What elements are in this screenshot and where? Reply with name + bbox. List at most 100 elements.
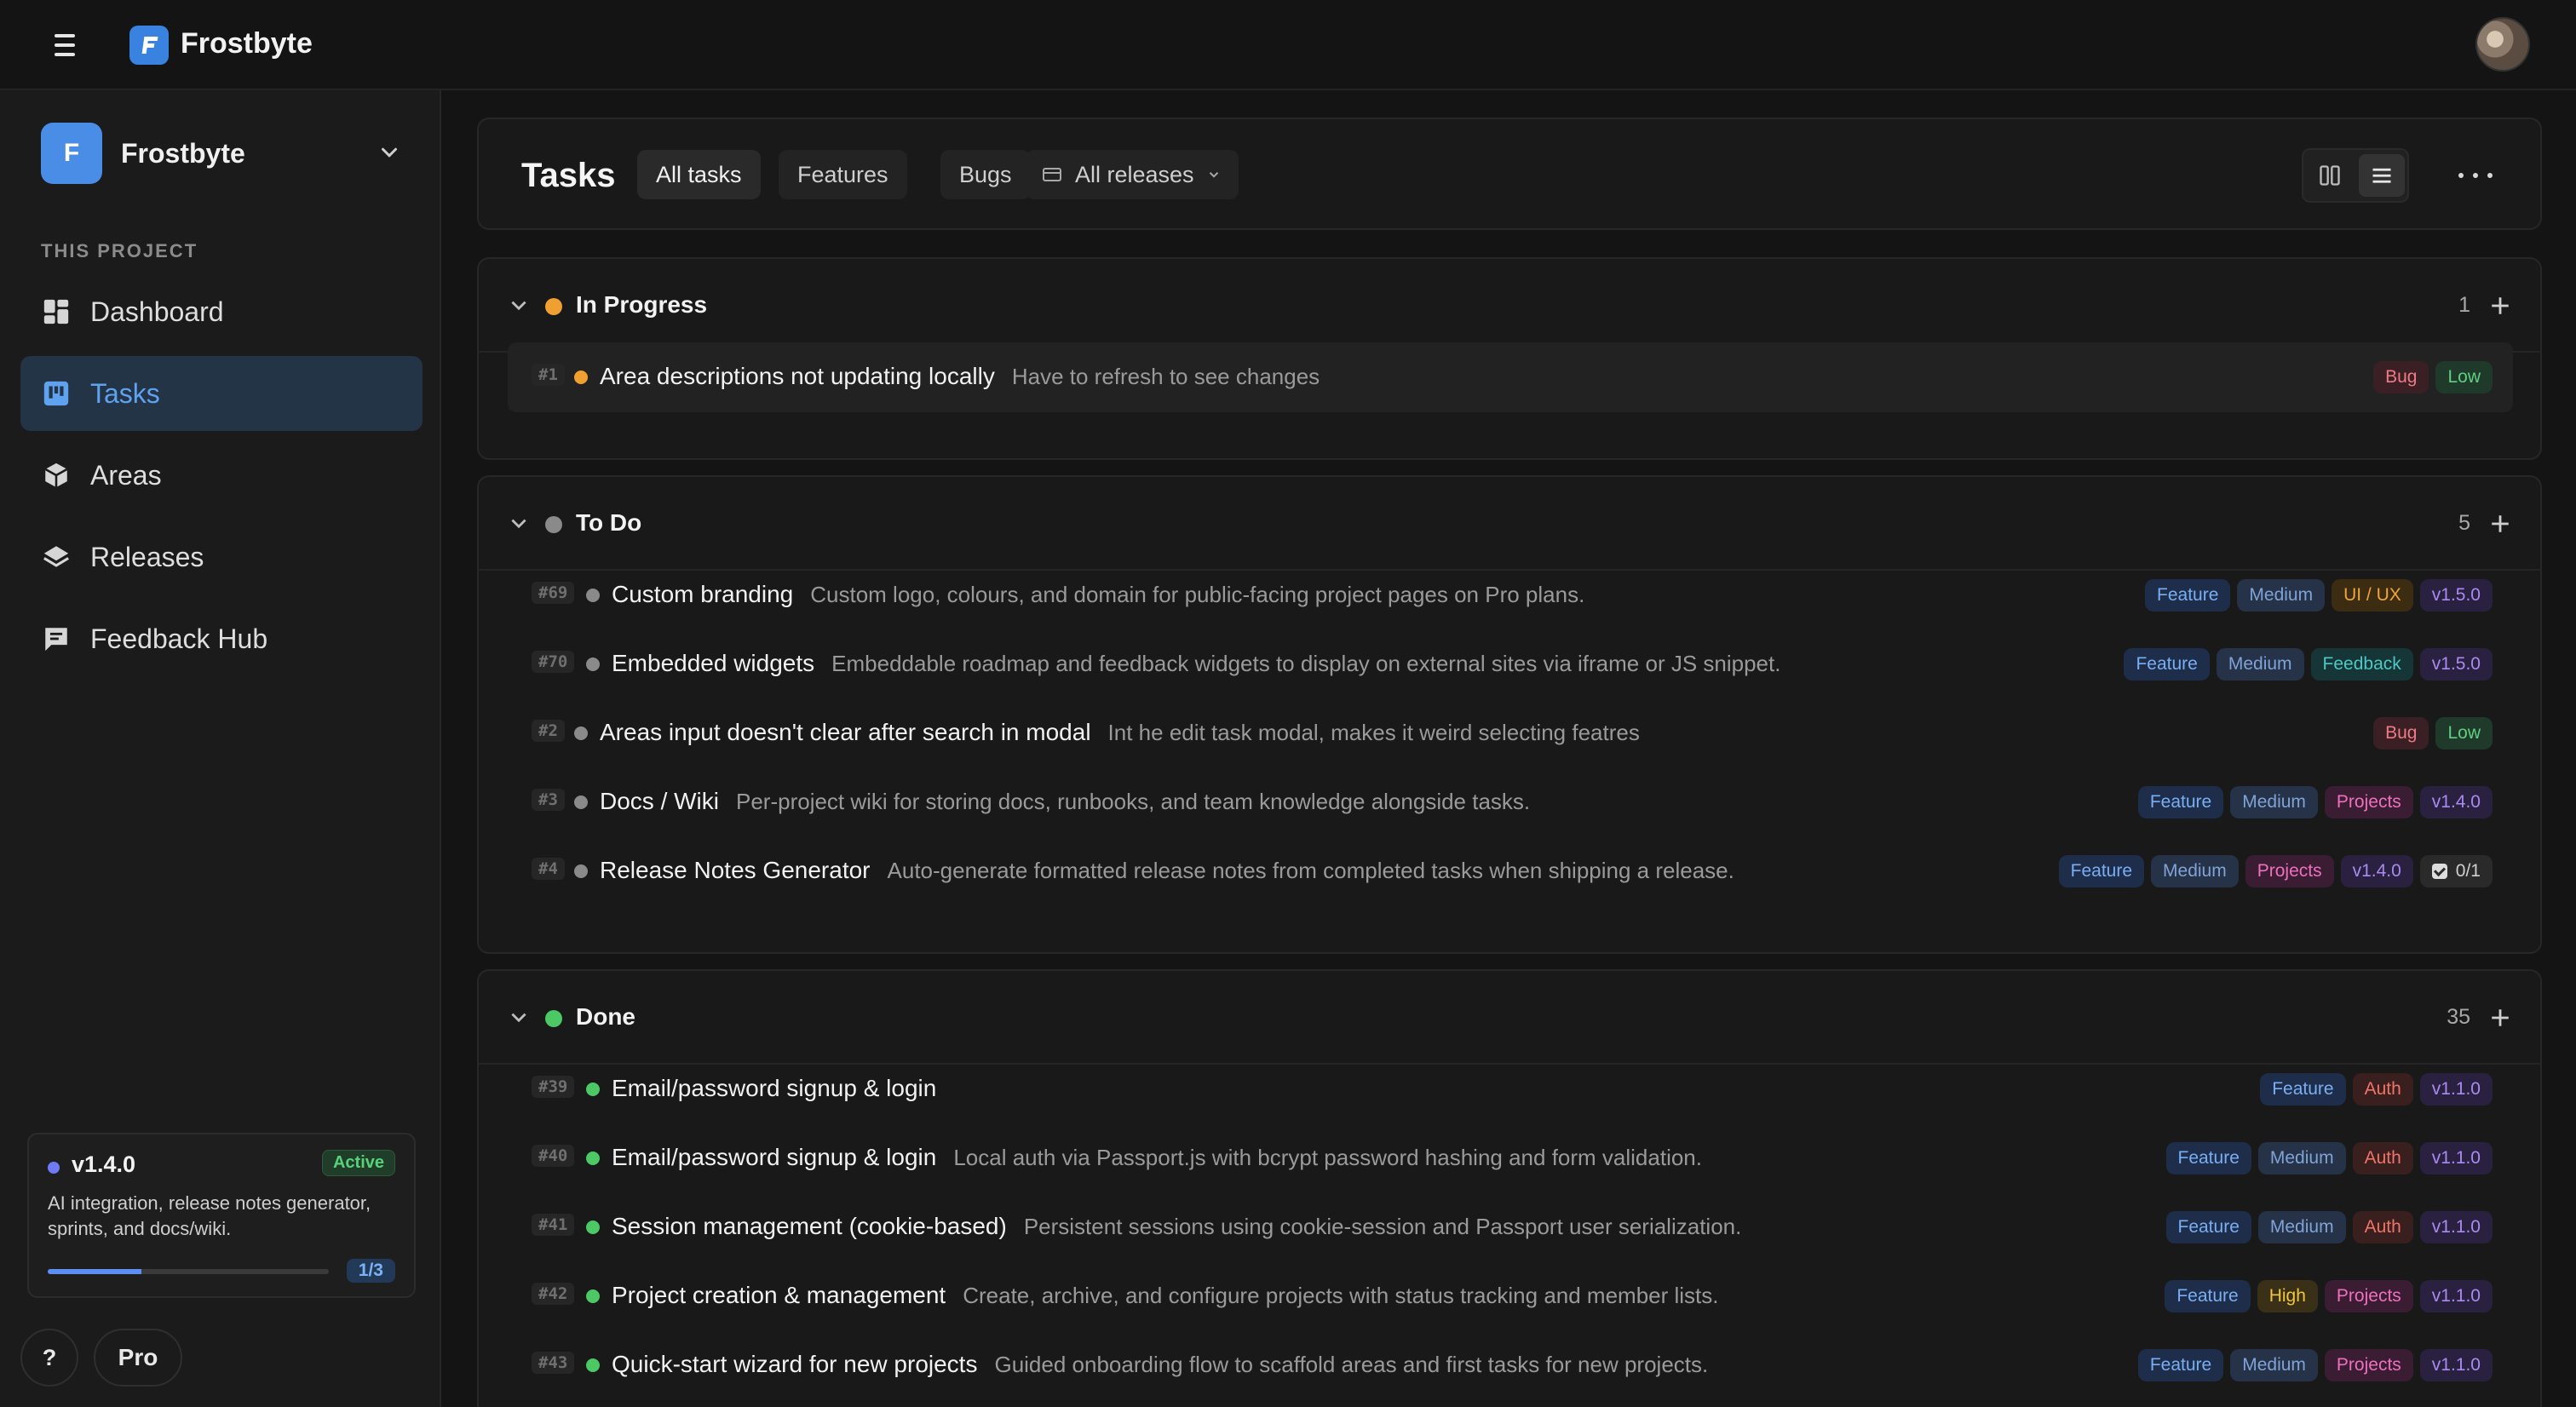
tag-feature: Feature xyxy=(2137,786,2224,818)
release-description: AI integration, release notes generator,… xyxy=(48,1192,371,1239)
tag-medium: Medium xyxy=(2230,1349,2318,1381)
tag-label: Feature xyxy=(2177,1148,2240,1168)
task-title: Email/password signup & login xyxy=(612,1144,937,1170)
group-header[interactable]: Done 35 xyxy=(479,971,2540,1065)
tag-label: Bug xyxy=(2385,367,2418,387)
tag-medium: Medium xyxy=(2216,648,2304,681)
sidebar-item-feedback-hub[interactable]: Feedback Hub xyxy=(20,601,423,676)
sidebar-item-releases[interactable]: Releases xyxy=(20,520,423,594)
active-release-card[interactable]: v1.4.0 Active AI integration, release no… xyxy=(27,1133,416,1298)
task-title-line: Embedded widgets Embeddable roadmap and f… xyxy=(612,650,1780,677)
pro-button[interactable]: Pro xyxy=(94,1329,182,1387)
tag-feature: Feature xyxy=(2058,855,2145,887)
sidebar-item-label: Tasks xyxy=(90,377,160,409)
task-tags: Feature High Projects v1.1.0 xyxy=(2165,1280,2493,1312)
task-title: Docs / Wiki xyxy=(600,788,719,814)
task-title: Area descriptions not updating locally xyxy=(600,363,995,389)
group-title: To Do xyxy=(576,509,642,536)
sidebar-item-label: Releases xyxy=(90,541,204,572)
tag-projects: Projects xyxy=(2324,786,2413,818)
task-id: #40 xyxy=(532,1145,575,1167)
task-tags: Feature Medium Auth v1.1.0 xyxy=(2165,1211,2493,1243)
release-filter-label: All releases xyxy=(1075,161,1194,187)
task-title-line: Session management (cookie-based) Persist… xyxy=(612,1213,1741,1240)
task-title: Areas input doesn't clear after search i… xyxy=(600,719,1091,745)
task-row[interactable]: #3 Docs / Wiki Per-project wiki for storin… xyxy=(508,767,2513,837)
status-badge: Active xyxy=(321,1150,395,1176)
tag-low: Low xyxy=(2435,717,2493,749)
tag-medium: Medium xyxy=(2151,855,2239,887)
release-version: v1.4.0 xyxy=(72,1151,136,1177)
task-title-line: Email/password signup & login Local auth … xyxy=(612,1144,1702,1171)
plus-icon[interactable] xyxy=(2489,513,2511,535)
calendar-icon xyxy=(1043,168,1061,181)
release-progress-fill xyxy=(48,1269,141,1274)
task-row[interactable]: #43 Quick-start wizard for new projects Gu… xyxy=(508,1330,2513,1400)
plus-icon[interactable] xyxy=(2489,295,2511,317)
tag-bug: Bug xyxy=(2373,361,2429,393)
tag-label: Medium xyxy=(2228,654,2292,674)
tag-projects: Projects xyxy=(2245,855,2334,887)
sidebar-item-dashboard[interactable]: Dashboard xyxy=(20,274,423,349)
tag-uiux: UI / UX xyxy=(2332,579,2413,612)
tag-label: Projects xyxy=(2336,792,2401,812)
board-view-button[interactable] xyxy=(2307,154,2353,197)
task-description: Auto-generate formatted release notes fr… xyxy=(887,858,1734,883)
task-row[interactable]: #69 Custom branding Custom logo, colours, … xyxy=(508,560,2513,630)
help-button[interactable]: ? xyxy=(20,1329,78,1387)
task-row[interactable]: #4 Release Notes Generator Auto-generate f… xyxy=(508,836,2513,906)
task-status-dot xyxy=(586,1220,600,1234)
tag-label: v1.5.0 xyxy=(2431,585,2481,605)
tag-bug: Bug xyxy=(2373,717,2429,749)
group-header[interactable]: To Do 5 xyxy=(479,477,2540,571)
chevron-down-icon xyxy=(1209,172,1218,178)
list-view-button[interactable] xyxy=(2358,154,2405,197)
task-row[interactable]: #70 Embedded widgets Embeddable roadmap an… xyxy=(508,629,2513,699)
task-row[interactable]: #39 Email/password signup & login Feature A… xyxy=(508,1054,2513,1124)
tag-label: 0/1 xyxy=(2455,861,2481,881)
task-row[interactable]: #41 Session management (cookie-based) Pers… xyxy=(508,1192,2513,1262)
tag-label: Medium xyxy=(2163,861,2227,881)
filter-all-tasks[interactable]: All tasks xyxy=(637,150,761,199)
task-row[interactable]: #2 Areas input doesn't clear after search… xyxy=(508,698,2513,768)
tag-label: Feature xyxy=(2177,1217,2240,1237)
tag-label: v1.5.0 xyxy=(2431,654,2481,674)
tag-auth: Auth xyxy=(2352,1073,2413,1106)
tag-feature: Feature xyxy=(2165,1211,2251,1243)
more-options-icon[interactable] xyxy=(2458,160,2493,191)
frostbyte-logo-icon xyxy=(129,26,169,65)
chevron-down-icon[interactable] xyxy=(508,1007,530,1029)
task-id: #4 xyxy=(532,858,565,880)
task-row[interactable]: #40 Email/password signup & login Local au… xyxy=(508,1123,2513,1193)
plus-icon[interactable] xyxy=(2489,1007,2511,1029)
chevron-down-icon[interactable] xyxy=(508,295,530,317)
task-row[interactable]: #42 Project creation & management Create, … xyxy=(508,1261,2513,1331)
task-title-line: Custom branding Custom logo, colours, and… xyxy=(612,581,1584,608)
tag-label: Feature xyxy=(2176,1286,2239,1306)
task-id: #1 xyxy=(532,364,565,386)
project-switcher[interactable]: F Frostbyte xyxy=(41,123,416,184)
group-header[interactable]: In Progress 1 xyxy=(479,259,2540,353)
chevron-down-icon[interactable] xyxy=(508,513,530,535)
task-description: Guided onboarding flow to scaffold areas… xyxy=(994,1352,1709,1377)
menu-icon[interactable] xyxy=(55,31,85,60)
columns-icon xyxy=(2319,165,2340,186)
task-id: #2 xyxy=(532,720,565,742)
task-tags: Bug Low xyxy=(2373,717,2493,749)
tag-feedback: Feedback xyxy=(2310,648,2413,681)
task-title-line: Release Notes Generator Auto-generate for… xyxy=(600,857,1734,884)
tag-version: v1.1.0 xyxy=(2419,1073,2493,1106)
release-filter-dropdown[interactable]: All releases xyxy=(1026,150,1239,199)
filter-bugs[interactable]: Bugs xyxy=(940,150,1031,199)
task-row[interactable]: #1 Area descriptions not updating locally… xyxy=(508,342,2513,412)
user-avatar[interactable] xyxy=(2475,17,2530,72)
tag-label: v1.1.0 xyxy=(2431,1355,2481,1375)
sidebar-item-areas[interactable]: Areas xyxy=(20,438,423,513)
task-title-line: Areas input doesn't clear after search i… xyxy=(600,719,1640,746)
tag-auth: Auth xyxy=(2352,1211,2413,1243)
sidebar-item-tasks[interactable]: Tasks xyxy=(20,356,423,431)
tag-version: v1.4.0 xyxy=(2419,786,2493,818)
group-status-dot xyxy=(545,298,562,315)
task-title: Project creation & management xyxy=(612,1282,946,1308)
filter-features[interactable]: Features xyxy=(779,150,907,199)
